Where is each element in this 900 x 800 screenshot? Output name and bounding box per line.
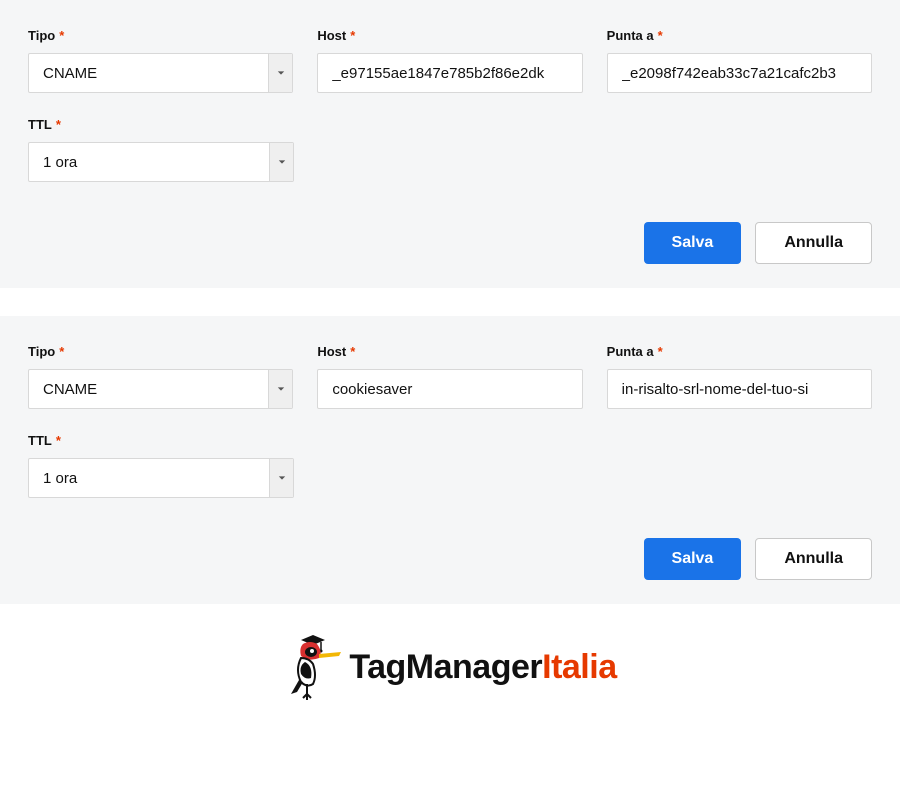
form-row-1: Tipo* CNAME Host* Punta a* xyxy=(28,28,872,93)
required-indicator: * xyxy=(56,433,61,448)
form-row-2: TTL* 1 ora xyxy=(28,117,872,182)
host-input[interactable] xyxy=(317,53,582,93)
chevron-down-icon xyxy=(269,459,293,497)
tipo-label: Tipo* xyxy=(28,28,293,43)
punta-a-label: Punta a* xyxy=(607,344,872,359)
host-field-group: Host* xyxy=(317,28,582,93)
dns-record-form-1: Tipo* CNAME Host* Punta a* TTL* xyxy=(0,0,900,288)
tipo-label: Tipo* xyxy=(28,344,293,359)
form-row-1: Tipo* CNAME Host* Punta a* xyxy=(28,344,872,409)
tipo-field-group: Tipo* CNAME xyxy=(28,28,293,93)
dns-record-form-2: Tipo* CNAME Host* Punta a* TTL* xyxy=(0,316,900,604)
punta-a-input[interactable] xyxy=(607,53,872,93)
cancel-button[interactable]: Annulla xyxy=(755,538,872,580)
logo-text-prefix: TagManager xyxy=(349,648,542,686)
required-indicator: * xyxy=(658,28,663,43)
tipo-select[interactable]: CNAME xyxy=(28,53,293,93)
punta-a-field-group: Punta a* xyxy=(607,344,872,409)
ttl-select[interactable]: 1 ora xyxy=(28,458,294,498)
ttl-field-group: TTL* 1 ora xyxy=(28,117,294,182)
tipo-field-group: Tipo* CNAME xyxy=(28,344,293,409)
required-indicator: * xyxy=(658,344,663,359)
host-input[interactable] xyxy=(317,369,582,409)
required-indicator: * xyxy=(59,28,64,43)
logo-text-accent: Italia xyxy=(542,648,616,686)
cancel-button[interactable]: Annulla xyxy=(755,222,872,264)
punta-a-label: Punta a* xyxy=(607,28,872,43)
woodpecker-icon xyxy=(283,632,343,702)
chevron-down-icon xyxy=(269,143,293,181)
button-row: Salva Annulla xyxy=(28,538,872,580)
ttl-select-value: 1 ora xyxy=(29,154,269,171)
save-button[interactable]: Salva xyxy=(644,222,742,264)
ttl-label: TTL* xyxy=(28,433,294,448)
host-field-group: Host* xyxy=(317,344,582,409)
chevron-down-icon xyxy=(268,370,292,408)
tipo-select-value: CNAME xyxy=(29,65,268,82)
host-label: Host* xyxy=(317,344,582,359)
tipo-select[interactable]: CNAME xyxy=(28,369,293,409)
punta-a-input[interactable] xyxy=(607,369,872,409)
host-label: Host* xyxy=(317,28,582,43)
button-row: Salva Annulla xyxy=(28,222,872,264)
chevron-down-icon xyxy=(268,54,292,92)
required-indicator: * xyxy=(350,28,355,43)
required-indicator: * xyxy=(56,117,61,132)
logo: TagManagerItalia xyxy=(0,632,900,702)
punta-a-field-group: Punta a* xyxy=(607,28,872,93)
save-button[interactable]: Salva xyxy=(644,538,742,580)
ttl-label: TTL* xyxy=(28,117,294,132)
required-indicator: * xyxy=(350,344,355,359)
logo-text: TagManagerItalia xyxy=(349,648,616,687)
ttl-select-value: 1 ora xyxy=(29,470,269,487)
ttl-select[interactable]: 1 ora xyxy=(28,142,294,182)
form-row-2: TTL* 1 ora xyxy=(28,433,872,498)
tipo-select-value: CNAME xyxy=(29,381,268,398)
required-indicator: * xyxy=(59,344,64,359)
ttl-field-group: TTL* 1 ora xyxy=(28,433,294,498)
